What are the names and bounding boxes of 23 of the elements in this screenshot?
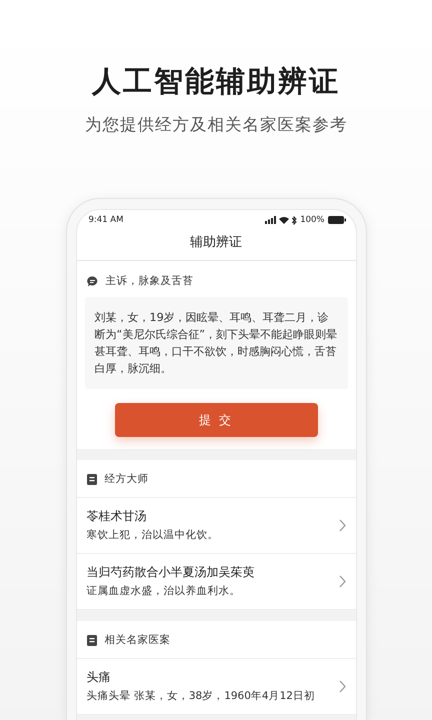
chevron-right-icon bbox=[338, 519, 346, 532]
submit-button[interactable]: 提 交 bbox=[114, 403, 318, 437]
signal-icon bbox=[265, 216, 276, 224]
section-title: 相关名家医案 bbox=[104, 633, 170, 647]
subheadline: 为您提供经方及相关名家医案参考 bbox=[84, 114, 348, 136]
result-list-item[interactable]: 头痛 头痛头晕 张某，女，38岁，1960年4月12日初 bbox=[76, 659, 356, 715]
document-icon bbox=[86, 634, 96, 646]
result-list-item[interactable]: 当归芍药散合小半夏汤加吴茱萸 证属血虚水盛，治以养血利水。 bbox=[76, 554, 356, 610]
result-list-item[interactable]: 苓桂术甘汤 寒饮上犯，治以温中化饮。 bbox=[76, 498, 356, 554]
chevron-right-icon bbox=[338, 575, 346, 588]
battery-icon bbox=[328, 216, 346, 224]
section-label: 主诉，脉象及舌苔 bbox=[106, 274, 194, 288]
status-time: 9:41 AM bbox=[88, 215, 124, 225]
section-title: 经方大师 bbox=[104, 472, 148, 486]
screen-title: 辅助辨证 bbox=[76, 225, 356, 261]
battery-percent: 100% bbox=[300, 215, 324, 225]
headline: 人工智能辅助辨证 bbox=[92, 63, 340, 100]
complaint-text-box[interactable]: 刘某，女，19岁，因眩晕、耳鸣、耳聋二月，诊断为“美尼尔氏综合征”，刻下头晕不能起睁眼则晕甚耳聋、耳鸣，口干不欲饮，时感胸闷心慌，舌苔白厚，脉沉细。 bbox=[84, 297, 348, 389]
chat-bubble-icon bbox=[86, 276, 98, 286]
chevron-right-icon bbox=[338, 680, 346, 693]
wifi-icon bbox=[279, 216, 290, 224]
document-icon bbox=[86, 474, 96, 484]
bluetooth-icon bbox=[292, 216, 298, 224]
